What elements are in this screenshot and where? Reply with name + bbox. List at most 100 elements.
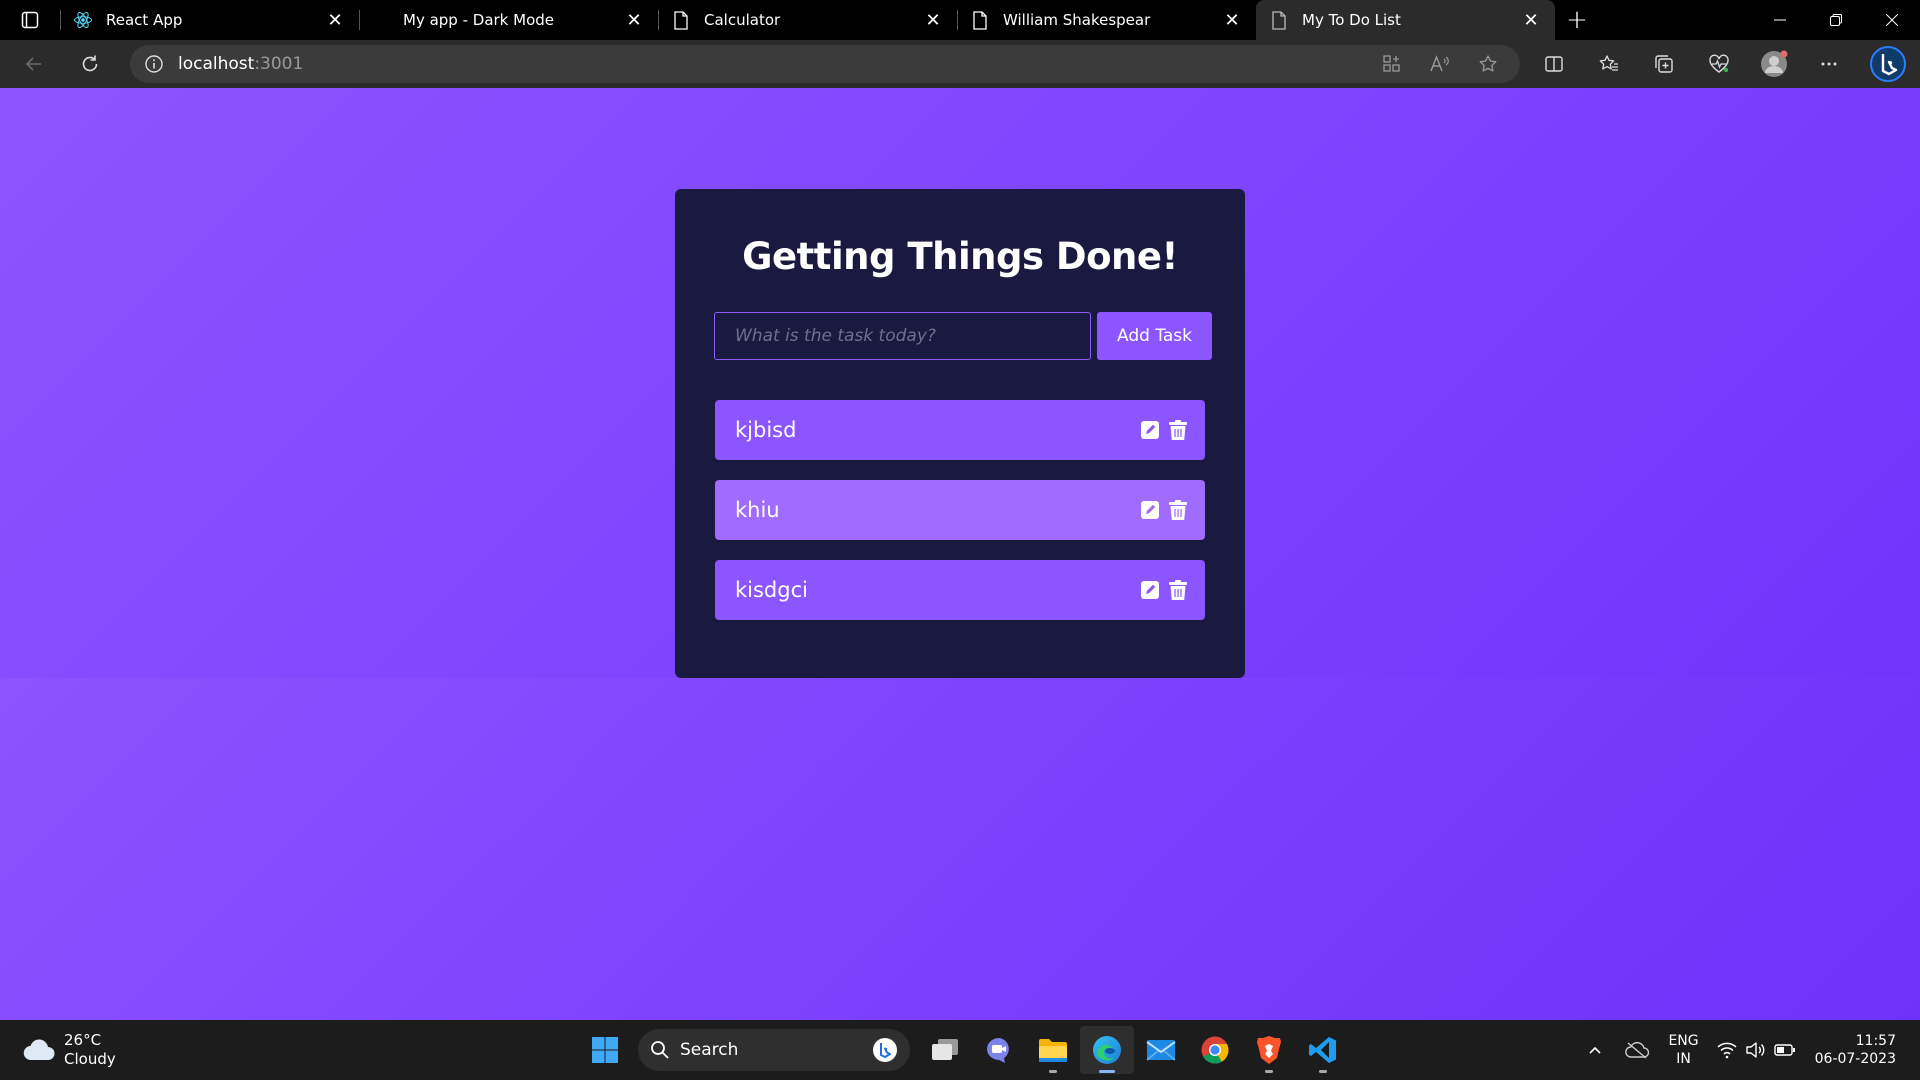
language-indicator[interactable]: ENG IN: [1668, 1032, 1698, 1068]
tab-title: William Shakespear: [1003, 11, 1151, 29]
vscode-button[interactable]: [1296, 1026, 1350, 1074]
file-explorer-button[interactable]: [1026, 1026, 1080, 1074]
app-available-button[interactable]: [1372, 44, 1412, 84]
add-favorite-button[interactable]: [1468, 44, 1508, 84]
info-icon[interactable]: [144, 54, 164, 74]
page-icon: [969, 9, 991, 31]
address-bar[interactable]: localhost:3001: [130, 45, 1520, 83]
close-window-button[interactable]: [1864, 0, 1920, 40]
minimize-button[interactable]: [1752, 0, 1808, 40]
reload-button[interactable]: [70, 44, 110, 84]
trash-icon[interactable]: [1169, 579, 1187, 601]
react-icon: [72, 9, 94, 31]
collections-button[interactable]: [1644, 44, 1684, 84]
onedrive-button[interactable]: [1620, 1041, 1654, 1059]
chevron-up-icon: [1589, 1046, 1602, 1054]
add-task-button[interactable]: Add Task: [1097, 312, 1212, 360]
tab-william-shakespear[interactable]: William Shakespear ✕: [957, 0, 1256, 40]
todo-item[interactable]: khiu: [715, 480, 1205, 540]
chrome-button[interactable]: [1188, 1026, 1242, 1074]
trash-icon[interactable]: [1169, 419, 1187, 441]
chat-icon: [987, 1038, 1009, 1063]
task-view-button[interactable]: [918, 1026, 972, 1074]
speaker-icon: [1745, 1042, 1765, 1058]
todo-item[interactable]: kisdgci: [715, 560, 1205, 620]
taskbar-apps: Search: [578, 1020, 1350, 1080]
close-icon[interactable]: ✕: [1222, 10, 1242, 31]
running-indicator: [1049, 1070, 1057, 1073]
settings-more-button[interactable]: [1809, 44, 1849, 84]
task-input[interactable]: [714, 312, 1091, 360]
edit-icon[interactable]: [1141, 581, 1159, 599]
tab-title: React App: [106, 11, 183, 29]
bing-chat-button[interactable]: [1868, 44, 1908, 84]
avatar-icon: [1761, 50, 1788, 77]
profile-button[interactable]: [1754, 44, 1794, 84]
todo-text[interactable]: kisdgci: [735, 578, 1141, 602]
close-icon[interactable]: ✕: [923, 10, 943, 31]
weather-widget[interactable]: 26°C Cloudy: [22, 1031, 116, 1069]
mail-button[interactable]: [1134, 1026, 1188, 1074]
close-icon[interactable]: ✕: [1521, 10, 1541, 31]
task-view-icon: [932, 1039, 958, 1060]
browser-toolbar: localhost:3001: [0, 40, 1920, 88]
restore-button[interactable]: [1808, 0, 1864, 40]
split-screen-icon: [1545, 56, 1563, 72]
folder-icon: [1039, 1039, 1067, 1062]
todo-text[interactable]: kjbisd: [735, 418, 1141, 442]
favorites-button[interactable]: [1589, 44, 1629, 84]
edit-icon[interactable]: [1141, 421, 1159, 439]
favorites-icon: [1599, 55, 1618, 71]
reload-icon: [82, 55, 98, 72]
weather-condition: Cloudy: [64, 1050, 116, 1068]
edge-browser-button[interactable]: [1080, 1026, 1134, 1074]
edit-icon[interactable]: [1141, 501, 1159, 519]
new-tab-button[interactable]: +: [1555, 0, 1599, 40]
arrow-left-icon: [25, 57, 41, 71]
network-button[interactable]: [1713, 1041, 1741, 1059]
chrome-icon: [1201, 1036, 1229, 1064]
todo-item[interactable]: kjbisd: [715, 400, 1205, 460]
tab-calculator[interactable]: Calculator ✕: [658, 0, 957, 40]
tab-react-app[interactable]: React App ✕: [60, 0, 359, 40]
clock-date: 06-07-2023: [1814, 1051, 1896, 1067]
tab-actions-button[interactable]: [0, 0, 60, 40]
cloud-icon: [23, 1039, 55, 1061]
brave-icon: [1257, 1036, 1281, 1064]
close-icon: [1886, 14, 1898, 26]
bing-icon: [1870, 46, 1906, 82]
wifi-icon: [1717, 1042, 1737, 1059]
close-icon[interactable]: ✕: [624, 10, 644, 31]
running-indicator: [1319, 1070, 1327, 1073]
taskbar-search[interactable]: Search: [638, 1029, 910, 1071]
back-button[interactable]: [14, 44, 54, 84]
split-screen-button[interactable]: [1534, 44, 1574, 84]
running-indicator: [1265, 1070, 1273, 1073]
restore-icon: [1830, 14, 1842, 26]
plus-icon: +: [1566, 5, 1588, 35]
tab-dark-mode[interactable]: My app - Dark Mode ✕: [359, 0, 658, 40]
start-button[interactable]: [578, 1026, 632, 1074]
tab-my-to-do-list[interactable]: My To Do List ✕: [1256, 0, 1555, 40]
trash-icon[interactable]: [1169, 499, 1187, 521]
tab-title: Calculator: [704, 11, 781, 29]
todo-card: Getting Things Done! Add Task kjbisd khi…: [675, 189, 1245, 678]
teams-chat-button[interactable]: [972, 1026, 1026, 1074]
system-tray: ENG IN 11:57 06-07-2023: [1578, 1020, 1920, 1080]
language-code: ENG: [1668, 1033, 1699, 1049]
brave-button[interactable]: [1242, 1026, 1296, 1074]
battery-button[interactable]: [1771, 1043, 1799, 1057]
browser-essentials-button[interactable]: [1699, 44, 1739, 84]
windows-taskbar: 26°C Cloudy Search ENG IN 11:57 06-07-20…: [0, 1020, 1920, 1080]
browser-tab-strip: React App ✕ My app - Dark Mode ✕ Calcula…: [0, 0, 1920, 40]
read-aloud-icon: [1430, 55, 1449, 72]
todo-text[interactable]: khiu: [735, 498, 1141, 522]
close-icon[interactable]: ✕: [325, 10, 345, 31]
read-aloud-button[interactable]: [1420, 44, 1460, 84]
window-controls: [1752, 0, 1920, 40]
volume-button[interactable]: [1741, 1041, 1771, 1059]
url-port: :3001: [254, 54, 304, 74]
clock[interactable]: 11:57 06-07-2023: [1815, 1032, 1896, 1068]
show-hidden-icons-button[interactable]: [1578, 1042, 1612, 1058]
tab-title: My app - Dark Mode: [403, 11, 555, 29]
